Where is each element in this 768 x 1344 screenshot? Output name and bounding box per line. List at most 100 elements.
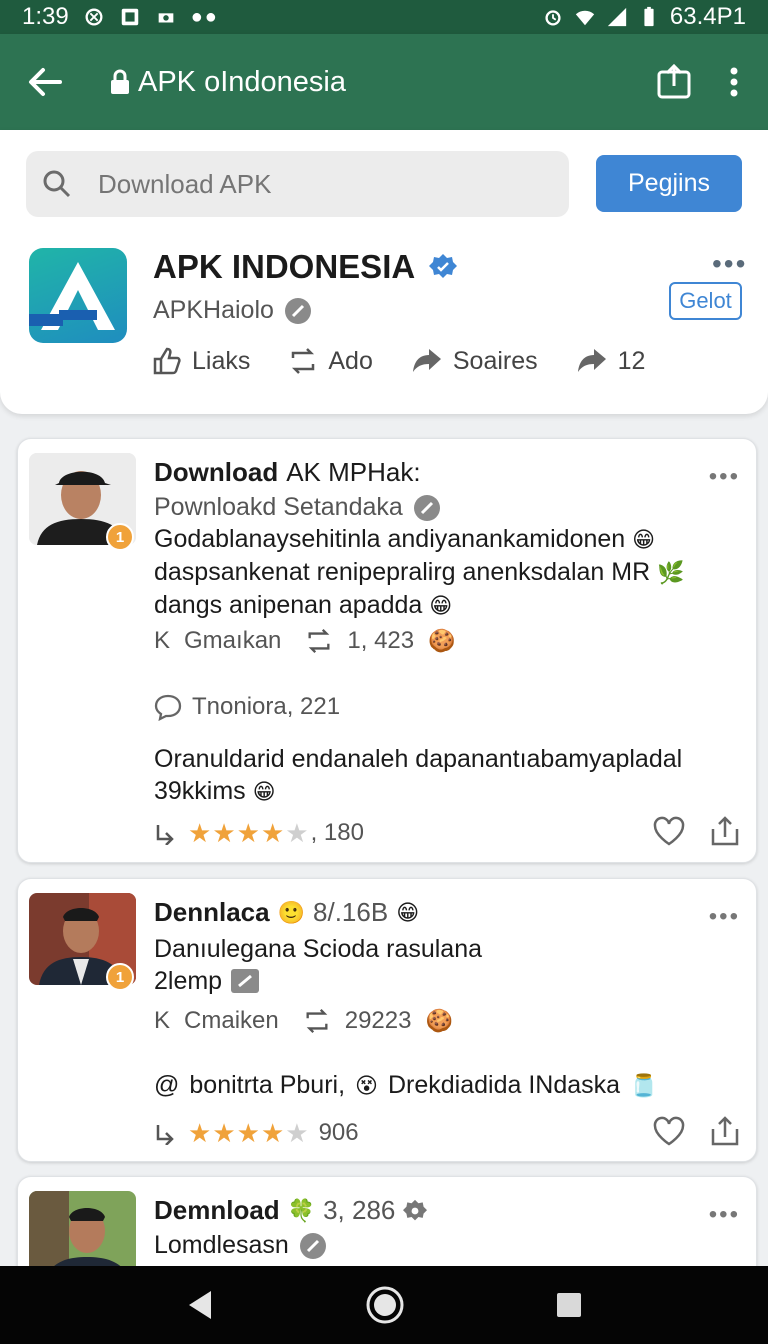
star-icon: ★ bbox=[212, 818, 236, 848]
app-logo bbox=[29, 248, 127, 343]
app-notification-icon bbox=[121, 8, 138, 26]
star-icon: ★ bbox=[236, 818, 260, 848]
signal-icon bbox=[607, 7, 627, 27]
post-body-line: dangs anipenan apadda 😁 bbox=[154, 591, 453, 619]
search-bar[interactable] bbox=[26, 151, 569, 217]
post-title-bold: Demnload bbox=[154, 1195, 280, 1225]
post-actions bbox=[652, 1115, 740, 1147]
nav-back-icon[interactable] bbox=[185, 1288, 215, 1322]
share-count-stat[interactable]: 12 bbox=[576, 346, 646, 376]
comment-label[interactable]: Gmaıkan bbox=[184, 627, 281, 655]
share-icon[interactable] bbox=[710, 815, 740, 847]
mention-text[interactable]: bonitrta Pburi, bbox=[189, 1071, 345, 1100]
star-rating: ★ ★ ★ ★ ★ bbox=[188, 820, 309, 846]
likes-stat[interactable]: Liaks bbox=[152, 346, 250, 376]
rating-count: 906 bbox=[318, 1119, 359, 1146]
post-body-line: 2lemp bbox=[154, 965, 734, 997]
app-name-row: APK INDONESIA bbox=[153, 248, 458, 286]
page-title: APK oIndonesia bbox=[110, 66, 346, 99]
cookie-emoji-icon: 🍪 bbox=[428, 628, 456, 653]
reply-arrow-icon bbox=[156, 1125, 174, 1145]
post-body-line: 39kkims 😁 bbox=[154, 777, 276, 805]
grin-emoji-icon: 😁 bbox=[396, 899, 420, 925]
star-icon: ★ bbox=[260, 1118, 285, 1148]
photo-notification-icon bbox=[158, 13, 174, 23]
status-time: 1:39 bbox=[22, 3, 69, 30]
star-rating: ★ ★ ★ ★ ★ bbox=[188, 1120, 309, 1146]
app-bar: APK oIndonesia bbox=[0, 34, 768, 130]
post-more-icon[interactable]: ••• bbox=[709, 1201, 740, 1229]
reply-text: Tnoniora, 221 bbox=[192, 693, 341, 720]
app-name-text: APK INDONESIA bbox=[153, 248, 416, 285]
post-meta-row: K Cmaiken 29223 🍪 bbox=[154, 1007, 453, 1035]
comment-bubble-icon bbox=[154, 694, 182, 721]
nav-home-icon[interactable] bbox=[365, 1285, 405, 1325]
status-battery-text: 63.4P1 bbox=[669, 3, 746, 30]
add-stat[interactable]: Ado bbox=[288, 346, 373, 376]
star-icon: ★ bbox=[212, 1118, 236, 1148]
repost-icon bbox=[292, 348, 315, 374]
post-body: Godablanaysehitinla andiyanankamidonen 😁… bbox=[154, 523, 734, 622]
comment-letter: K bbox=[154, 627, 171, 654]
post-title: Download AK MPHak: bbox=[154, 457, 421, 488]
post-more-icon[interactable]: ••• bbox=[709, 903, 740, 931]
comment-label[interactable]: Cmaiken bbox=[184, 1007, 279, 1035]
post-more-icon[interactable]: ••• bbox=[709, 463, 740, 491]
alarm-icon bbox=[545, 10, 561, 26]
post-meta-row: K Gmaıkan 1, 423 🍪 bbox=[154, 627, 456, 655]
post-card[interactable]: 1 Dennlaca 🙂 8/.16B 😁 ••• Danıulegana Sc… bbox=[17, 878, 757, 1162]
link-badge-icon bbox=[413, 494, 440, 521]
rating-row: ★ ★ ★ ★ ★ , 180 bbox=[154, 819, 364, 847]
grin-emoji-icon: 😁 bbox=[632, 527, 656, 552]
wifi-icon bbox=[575, 10, 595, 26]
more-notifications-icon: ●● bbox=[190, 5, 219, 28]
link-badge-icon bbox=[231, 969, 260, 993]
post-subtitle-row: Lomdlesasn bbox=[154, 1231, 327, 1260]
post-second-body: Oranuldarid endanaleh dapanantıabamyapla… bbox=[154, 743, 734, 808]
repost-icon bbox=[308, 628, 330, 654]
settings-badge-icon bbox=[403, 1199, 428, 1220]
status-bar: 1:39 ●● 63.4P1 bbox=[0, 0, 768, 34]
heart-icon[interactable] bbox=[652, 1115, 686, 1147]
jar-emoji-icon: 🫙 bbox=[630, 1072, 658, 1098]
post-title: Demnload 🍀 3, 286 bbox=[154, 1195, 428, 1226]
share-icon[interactable] bbox=[656, 64, 692, 100]
post-body: Danıulegana Scioda rasulana 2lemp bbox=[154, 933, 734, 997]
app-stats-row: Liaks Ado Soaires 12 bbox=[152, 346, 683, 376]
page-title-text: APK oIndonesia bbox=[138, 65, 346, 98]
comment-letter: K bbox=[154, 1007, 171, 1034]
overflow-menu-icon[interactable] bbox=[730, 67, 738, 97]
post-title-rest: AK MPHak: bbox=[286, 457, 421, 487]
share-arrow-icon bbox=[412, 349, 441, 372]
mention-rest: Drekdiadida INdaska bbox=[387, 1071, 621, 1099]
star-icon: ★ bbox=[260, 818, 285, 848]
battery-icon bbox=[644, 6, 654, 27]
post-title: Dennlaca 🙂 8/.16B 😁 bbox=[154, 897, 419, 928]
search-input[interactable] bbox=[98, 168, 518, 200]
share-icon[interactable] bbox=[710, 1115, 740, 1147]
sign-in-button[interactable]: Pegjins bbox=[596, 155, 742, 212]
shares-label: Soaires bbox=[452, 346, 538, 375]
app-handle: APKHaiolo bbox=[153, 296, 274, 324]
system-nav-bar bbox=[0, 1266, 768, 1344]
star-icon: ★ bbox=[285, 818, 309, 848]
shares-stat[interactable]: Soaires bbox=[411, 347, 538, 376]
app-more-icon[interactable]: ••• bbox=[712, 248, 747, 280]
post-card[interactable]: 1 Download AK MPHak: ••• Pownloakd Setan… bbox=[17, 438, 757, 863]
heart-icon[interactable] bbox=[652, 815, 686, 847]
rating-row: ★ ★ ★ ★ ★ 906 bbox=[154, 1119, 359, 1147]
star-icon: ★ bbox=[188, 1118, 212, 1148]
forward-arrow-icon bbox=[577, 349, 606, 372]
share-count: 12 bbox=[617, 346, 646, 375]
mention-row: @ bonitrta Pburi, 😵 Drekdiadida INdaska … bbox=[154, 1071, 657, 1100]
repost-count: 29223 bbox=[344, 1007, 412, 1034]
app-handle-row: APKHaiolo bbox=[153, 296, 312, 325]
nav-recents-icon[interactable] bbox=[555, 1291, 583, 1319]
reply-row[interactable]: Tnoniora, 221 bbox=[154, 693, 340, 721]
post-title-rest: 3, 286 bbox=[323, 1195, 396, 1225]
get-button[interactable]: Gelot bbox=[669, 282, 742, 320]
repost-count: 1, 423 bbox=[347, 627, 415, 654]
back-button[interactable] bbox=[0, 34, 90, 130]
thumbs-up-icon bbox=[153, 347, 181, 375]
post-title-bold: Download bbox=[154, 457, 279, 487]
